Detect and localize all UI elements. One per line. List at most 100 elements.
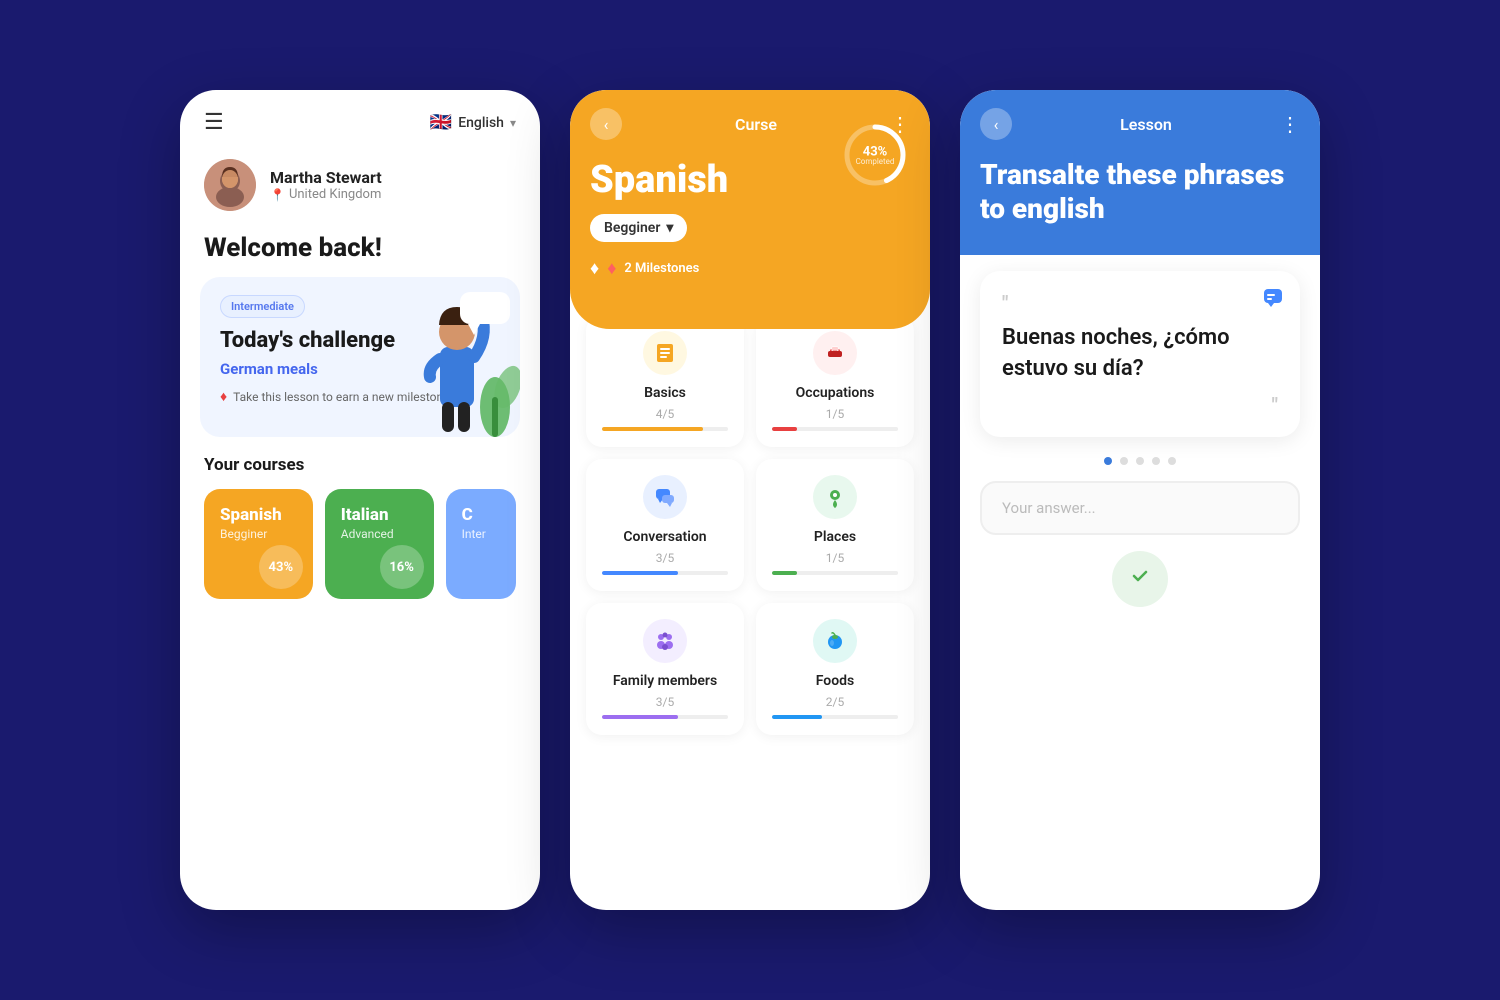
gem-icon-2: ♦ [607,258,616,279]
course-progress-spanish: 43% [259,545,303,589]
lesson-card-family[interactable]: Family members 3/5 [586,603,744,735]
phone-course: ‹ Curse ⋮ Spanish Begginer ▾ 43% Complet… [570,90,930,910]
lesson-name-places: Places [814,529,856,545]
back-icon: ‹ [604,115,609,134]
back-icon: ‹ [994,115,999,134]
lesson-name-conversation: Conversation [623,529,706,545]
phone3-dots-menu[interactable]: ⋮ [1280,112,1300,136]
challenge-illustration [400,277,520,437]
profile-section: Martha Stewart 📍 United Kingdom [180,145,540,225]
flag-icon: 🇬🇧 [430,112,452,133]
courses-section: Your courses Spanish Begginer 43% Italia… [180,455,540,599]
quote-close: " [1002,393,1278,417]
location-icon: 📍 [270,188,285,202]
profile-location: 📍 United Kingdom [270,187,382,202]
course-level-italian: Advanced [341,527,418,541]
milestones-row: ♦ ♦ 2 Milestones [590,258,910,279]
progress-svg: 43% Completed [840,120,910,190]
lesson-progress-occupations [772,427,898,431]
quote-open: " [1002,291,1278,315]
submit-button[interactable] [1112,551,1168,607]
answer-input-display[interactable]: Your answer... [980,481,1300,535]
challenge-card[interactable]: Intermediate Today's challenge German me… [200,277,520,437]
phrase-card: " Buenas noches, ¿cómo estuvo su día? " [980,271,1300,437]
dot-4 [1152,457,1160,465]
lesson-count-foods: 2/5 [826,695,844,709]
level-badge[interactable]: Begginer ▾ [590,214,687,242]
lesson-name-foods: Foods [816,673,854,689]
lesson-card-basics[interactable]: Basics 4/5 [586,315,744,447]
answer-placeholder: Your answer... [1002,499,1096,517]
phone2-top: ‹ Curse ⋮ Spanish Begginer ▾ 43% Complet… [570,90,930,329]
language-label: English [458,115,504,131]
course-lang-extra: C [462,505,500,525]
challenge-badge: Intermediate [220,295,305,318]
course-pct-spanish: 43% [269,560,294,575]
lesson-name-basics: Basics [644,385,686,401]
lesson-card-occupations[interactable]: Occupations 1/5 [756,315,914,447]
phone3-header: ‹ Lesson ⋮ [980,108,1300,140]
phone3-screen-title: Lesson [1120,115,1172,134]
lesson-progress-places [772,571,898,575]
person-illustration [400,277,520,437]
lesson-icon-foods [813,619,857,663]
lesson-fill-conversation [602,571,678,575]
course-pct-italian: 16% [389,560,414,575]
avatar [204,159,256,211]
screen-title: Curse [735,115,777,134]
pct-sub: Completed [856,157,895,166]
courses-row: Spanish Begginer 43% Italian Advanced 16… [204,489,516,599]
course-progress-italian: 16% [380,545,424,589]
phrase-text: Buenas noches, ¿cómo estuvo su día? [1002,323,1278,385]
lesson-question-title: Transalte these phrases to english [980,158,1300,225]
course-card-italian[interactable]: Italian Advanced 16% [325,489,434,599]
lesson-progress-basics [602,427,728,431]
chevron-down-icon: ▾ [510,116,516,130]
lesson-count-family: 3/5 [656,695,674,709]
lesson-name-occupations: Occupations [796,385,875,401]
chat-icon [1262,287,1284,314]
lesson-fill-foods [772,715,822,719]
lesson-progress-conversation [602,571,728,575]
profile-info: Martha Stewart 📍 United Kingdom [270,168,382,202]
lesson-icon-occupations [813,331,857,375]
back-button[interactable]: ‹ [590,108,622,140]
phone-lesson: ‹ Lesson ⋮ Transalte these phrases to en… [960,90,1320,910]
dot-5 [1168,457,1176,465]
phone-home: ☰ 🇬🇧 English ▾ Martha Stewart 📍 [180,90,540,910]
lesson-count-places: 1/5 [826,551,844,565]
lesson-card-conversation[interactable]: Conversation 3/5 [586,459,744,591]
course-lang-spanish: Spanish [220,505,297,525]
lessons-grid: Basics 4/5 Occupations 1/5 Conversation … [570,299,930,751]
phone3-back-button[interactable]: ‹ [980,108,1012,140]
lesson-count-basics: 4/5 [656,407,674,421]
lesson-card-foods[interactable]: Foods 2/5 [756,603,914,735]
lesson-count-occupations: 1/5 [826,407,844,421]
check-icon [1126,562,1154,596]
course-card-spanish[interactable]: Spanish Begginer 43% [204,489,313,599]
language-selector[interactable]: 🇬🇧 English ▾ [430,112,516,133]
course-level-spanish: Begginer [220,527,297,541]
lesson-progress-family [602,715,728,719]
lesson-fill-basics [602,427,703,431]
menu-icon[interactable]: ☰ [204,110,224,135]
lesson-icon-basics [643,331,687,375]
diamond-icon: ♦ [220,388,227,405]
level-label: Begginer [604,220,660,236]
course-level-extra: Inter [462,527,500,541]
dot-2 [1120,457,1128,465]
profile-name: Martha Stewart [270,168,382,187]
dot-1 [1104,457,1112,465]
welcome-text: Welcome back! [180,225,540,277]
dot-3 [1136,457,1144,465]
progress-circle: 43% Completed [840,120,910,190]
lesson-name-family: Family members [613,673,717,689]
slide-dots [960,457,1320,465]
lesson-fill-places [772,571,797,575]
level-chevron: ▾ [666,220,673,236]
lesson-card-places[interactable]: Places 1/5 [756,459,914,591]
course-card-extra[interactable]: C Inter [446,489,516,599]
lesson-count-conversation: 3/5 [656,551,674,565]
profile-country: United Kingdom [289,187,381,202]
lesson-icon-places [813,475,857,519]
